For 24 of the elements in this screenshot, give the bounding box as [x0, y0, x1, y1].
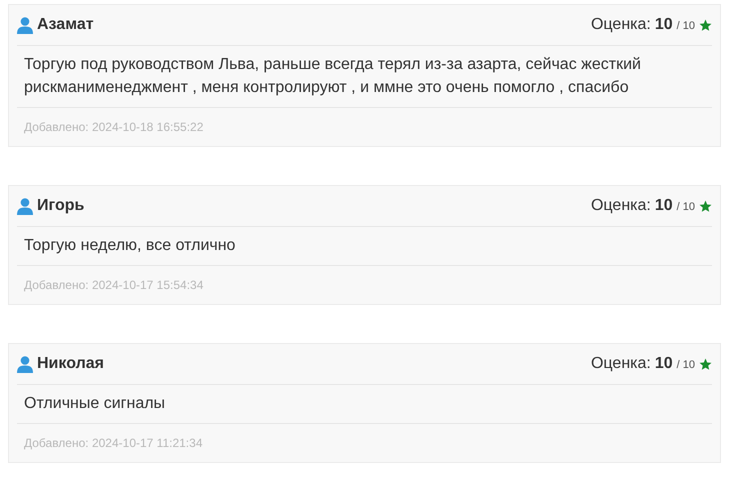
rating-max: / 10	[676, 201, 695, 213]
star-icon	[699, 200, 712, 212]
author-name: Игорь	[37, 197, 84, 215]
star-icon	[699, 18, 712, 32]
rating-max: / 10	[676, 20, 695, 32]
added-date: Добавлено: 2024-10-17 11:21:34	[24, 436, 202, 450]
rating-max: / 10	[676, 359, 695, 371]
rating-score: 10	[654, 16, 673, 34]
review-text: Торгую неделю, все отлично	[17, 227, 712, 266]
user-icon	[17, 16, 33, 34]
review-text: Отличные сигналы	[17, 385, 712, 424]
review-text: Торгую под руководством Льва, раньше всегда терял из-за азарта, сейчас жесткий рискманименеджмент , меня контролируют , и ммне это очень помогло , спасибо	[17, 46, 712, 108]
author-name: Николая	[37, 355, 104, 373]
rating-label: Оценка:	[590, 197, 651, 215]
rating-score: 10	[654, 197, 673, 215]
added-date: Добавлено: 2024-10-17 15:54:34	[24, 278, 204, 292]
rating-label: Оценка:	[590, 355, 651, 373]
author-name: Азамат	[37, 16, 94, 34]
added-date: Добавлено: 2024-10-18 16:55:22	[24, 120, 204, 134]
user-icon	[17, 356, 33, 372]
rating-score: 10	[654, 355, 673, 373]
user-icon	[17, 198, 33, 214]
star-icon	[699, 358, 712, 370]
rating-label: Оценка:	[590, 16, 651, 34]
